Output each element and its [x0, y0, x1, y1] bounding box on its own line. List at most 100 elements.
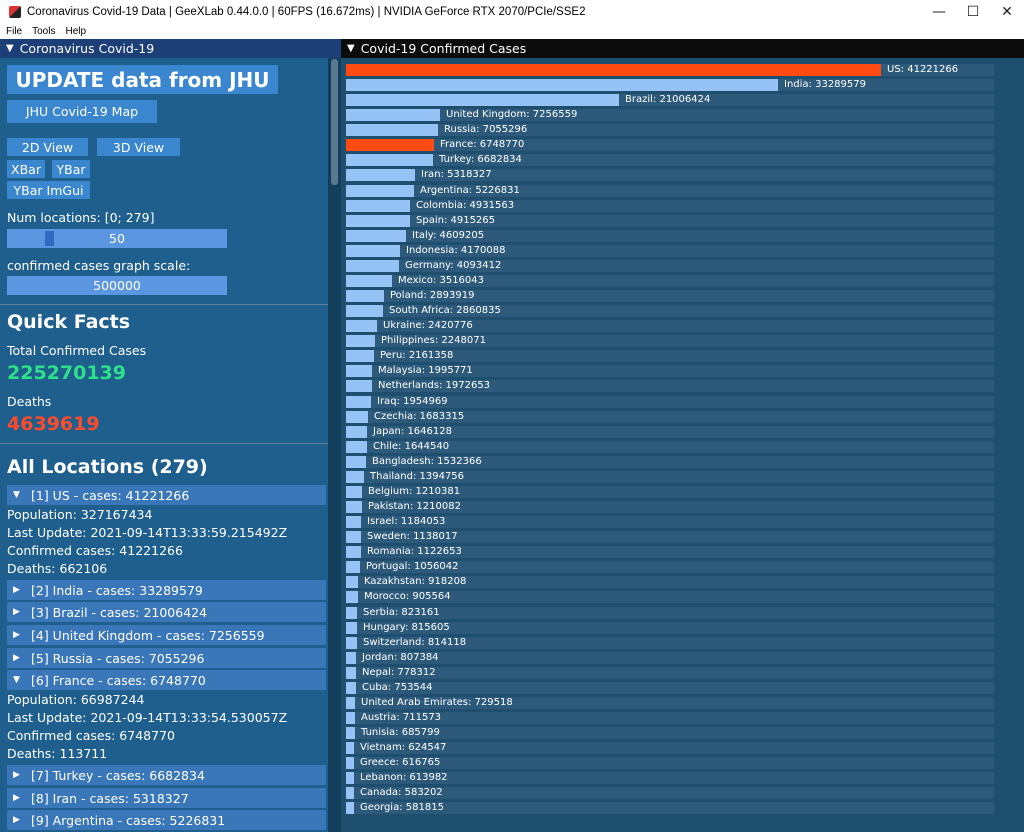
chart-bar-label: Sweden: 1138017 — [367, 531, 458, 542]
chart-row: India: 33289579 — [346, 79, 994, 91]
tree-node-label: [1] US - cases: 41221266 — [31, 487, 190, 503]
num-locations-slider[interactable]: 50 — [7, 229, 227, 248]
xbar-button[interactable]: XBar — [7, 160, 45, 178]
chart-bar-label: Portugal: 1056042 — [366, 561, 459, 572]
us-confirmed: Confirmed cases: 41221266 — [7, 543, 183, 558]
chart-row: Turkey: 6682834 — [346, 154, 994, 166]
location-tree-node-france[interactable]: ▼ [6] France - cases: 6748770 — [7, 670, 326, 690]
chart-bar — [346, 154, 433, 166]
left-panel-title: Coronavirus Covid-19 — [19, 41, 155, 56]
chart-row: Spain: 4915265 — [346, 215, 994, 227]
chart-row: Greece: 616765 — [346, 757, 994, 769]
chart-bar — [346, 531, 361, 543]
close-button[interactable]: ✕ — [990, 0, 1024, 24]
chart-row: Switzerland: 814118 — [346, 637, 994, 649]
chart-row: Italy: 4609205 — [346, 230, 994, 242]
france-deaths: Deaths: 113711 — [7, 746, 108, 761]
us-deaths: Deaths: 662106 — [7, 561, 108, 576]
location-tree-node-iran[interactable]: ▶ [8] Iran - cases: 5318327 — [7, 788, 326, 808]
chart-row: Brazil: 21006424 — [346, 94, 994, 106]
total-cases-label: Total Confirmed Cases — [7, 343, 147, 358]
location-tree-node-brazil[interactable]: ▶ [3] Brazil - cases: 21006424 — [7, 602, 326, 622]
chart-bar — [346, 802, 354, 814]
num-locations-value: 50 — [109, 231, 125, 246]
location-tree-node-turkey[interactable]: ▶ [7] Turkey - cases: 6682834 — [7, 765, 326, 785]
update-data-button[interactable]: UPDATE data from JHU — [7, 65, 278, 94]
chart-bar-label: Canada: 583202 — [360, 787, 443, 798]
expanded-triangle-icon: ▼ — [13, 490, 20, 500]
ybar-button[interactable]: YBar — [52, 160, 90, 178]
chart-panel: ▼ Covid-19 Confirmed Cases US: 41221266 I… — [341, 39, 1024, 832]
chart-bar — [346, 607, 357, 619]
france-confirmed: Confirmed cases: 6748770 — [7, 728, 175, 743]
chart-bar — [346, 260, 399, 272]
us-last-update: Last Update: 2021-09-14T13:33:59.215492Z — [7, 525, 288, 540]
scale-input[interactable]: 500000 — [7, 276, 227, 295]
chart-row: Morocco: 905564 — [346, 591, 994, 603]
chart-row: Romania: 1122653 — [346, 546, 994, 558]
chart-bar — [346, 501, 362, 513]
chart-bar-label: Iran: 5318327 — [421, 169, 492, 180]
minimize-button[interactable]: — — [922, 0, 956, 24]
chart-bar — [346, 305, 383, 317]
confirmed-cases-bar-chart: US: 41221266 India: 33289579 Brazil: 21006… — [341, 58, 1024, 832]
chart-bar — [346, 486, 362, 498]
chart-bar — [346, 94, 619, 106]
chart-row: Netherlands: 1972653 — [346, 380, 994, 392]
chart-row: Tunisia: 685799 — [346, 727, 994, 739]
collapsed-triangle-icon: ▶ — [13, 815, 20, 825]
france-population: Population: 66987244 — [7, 692, 145, 707]
menu-file[interactable]: File — [6, 26, 22, 37]
chart-bar — [346, 230, 406, 242]
location-tree-node-us[interactable]: ▼ [1] US - cases: 41221266 — [7, 485, 326, 505]
chart-row: Portugal: 1056042 — [346, 561, 994, 573]
chart-row: Germany: 4093412 — [346, 260, 994, 272]
chart-bar — [346, 757, 354, 769]
chart-bar-label: Ukraine: 2420776 — [383, 320, 473, 331]
left-panel: ▼ Coronavirus Covid-19 UPDATE data from … — [0, 39, 341, 832]
chart-row: Mexico: 3516043 — [346, 275, 994, 287]
chart-bar — [346, 787, 354, 799]
ybar-imgui-button[interactable]: YBar ImGui — [7, 181, 90, 199]
chart-bar — [346, 561, 360, 573]
chart-bar — [346, 396, 371, 408]
chart-bar-label: Chile: 1644540 — [373, 441, 450, 452]
menu-tools[interactable]: Tools — [32, 26, 55, 37]
all-locations-heading: All Locations (279) — [7, 456, 208, 478]
jhu-map-button[interactable]: JHU Covid-19 Map — [7, 100, 157, 123]
chart-bar-label: Switzerland: 814118 — [363, 637, 467, 648]
chart-bar — [346, 652, 356, 664]
chart-bar — [346, 185, 414, 197]
chart-bar — [346, 667, 356, 679]
chart-row: Austria: 711573 — [346, 712, 994, 724]
view-2d-button[interactable]: 2D View — [7, 138, 88, 156]
total-cases-value: 225270139 — [7, 362, 126, 384]
chart-bar-label: South Africa: 2860835 — [389, 305, 501, 316]
location-tree-node-russia[interactable]: ▶ [5] Russia - cases: 7055296 — [7, 648, 326, 668]
chart-row: Poland: 2893919 — [346, 290, 994, 302]
maximize-button[interactable]: ☐ — [956, 0, 990, 24]
chart-row: Argentina: 5226831 — [346, 185, 994, 197]
chart-row: US: 41221266 — [346, 64, 994, 76]
chart-row: Canada: 583202 — [346, 787, 994, 799]
expanded-triangle-icon: ▼ — [13, 675, 20, 685]
chart-bar — [346, 275, 392, 287]
menu-help[interactable]: Help — [65, 26, 86, 37]
chart-row: Thailand: 1394756 — [346, 471, 994, 483]
chart-bar — [346, 124, 438, 136]
location-tree-node-argentina[interactable]: ▶ [9] Argentina - cases: 5226831 — [7, 810, 326, 830]
chart-panel-header[interactable]: ▼ Covid-19 Confirmed Cases — [341, 39, 1024, 58]
view-3d-button[interactable]: 3D View — [97, 138, 180, 156]
scrollbar-thumb[interactable] — [331, 59, 338, 185]
chart-bar-label: Nepal: 778312 — [362, 667, 436, 678]
chart-row: Lebanon: 613982 — [346, 772, 994, 784]
slider-grab-handle[interactable] — [45, 231, 54, 246]
chart-bar-label: Vietnam: 624547 — [360, 742, 447, 753]
collapsed-triangle-icon: ▶ — [13, 585, 20, 595]
chart-bar — [346, 712, 355, 724]
location-tree-node-united-kingdom[interactable]: ▶ [4] United Kingdom - cases: 7256559 — [7, 625, 326, 645]
left-panel-header[interactable]: ▼ Coronavirus Covid-19 — [0, 39, 341, 58]
chart-row: Philippines: 2248071 — [346, 335, 994, 347]
collapsed-triangle-icon: ▶ — [13, 793, 20, 803]
location-tree-node-india[interactable]: ▶ [2] India - cases: 33289579 — [7, 580, 326, 600]
